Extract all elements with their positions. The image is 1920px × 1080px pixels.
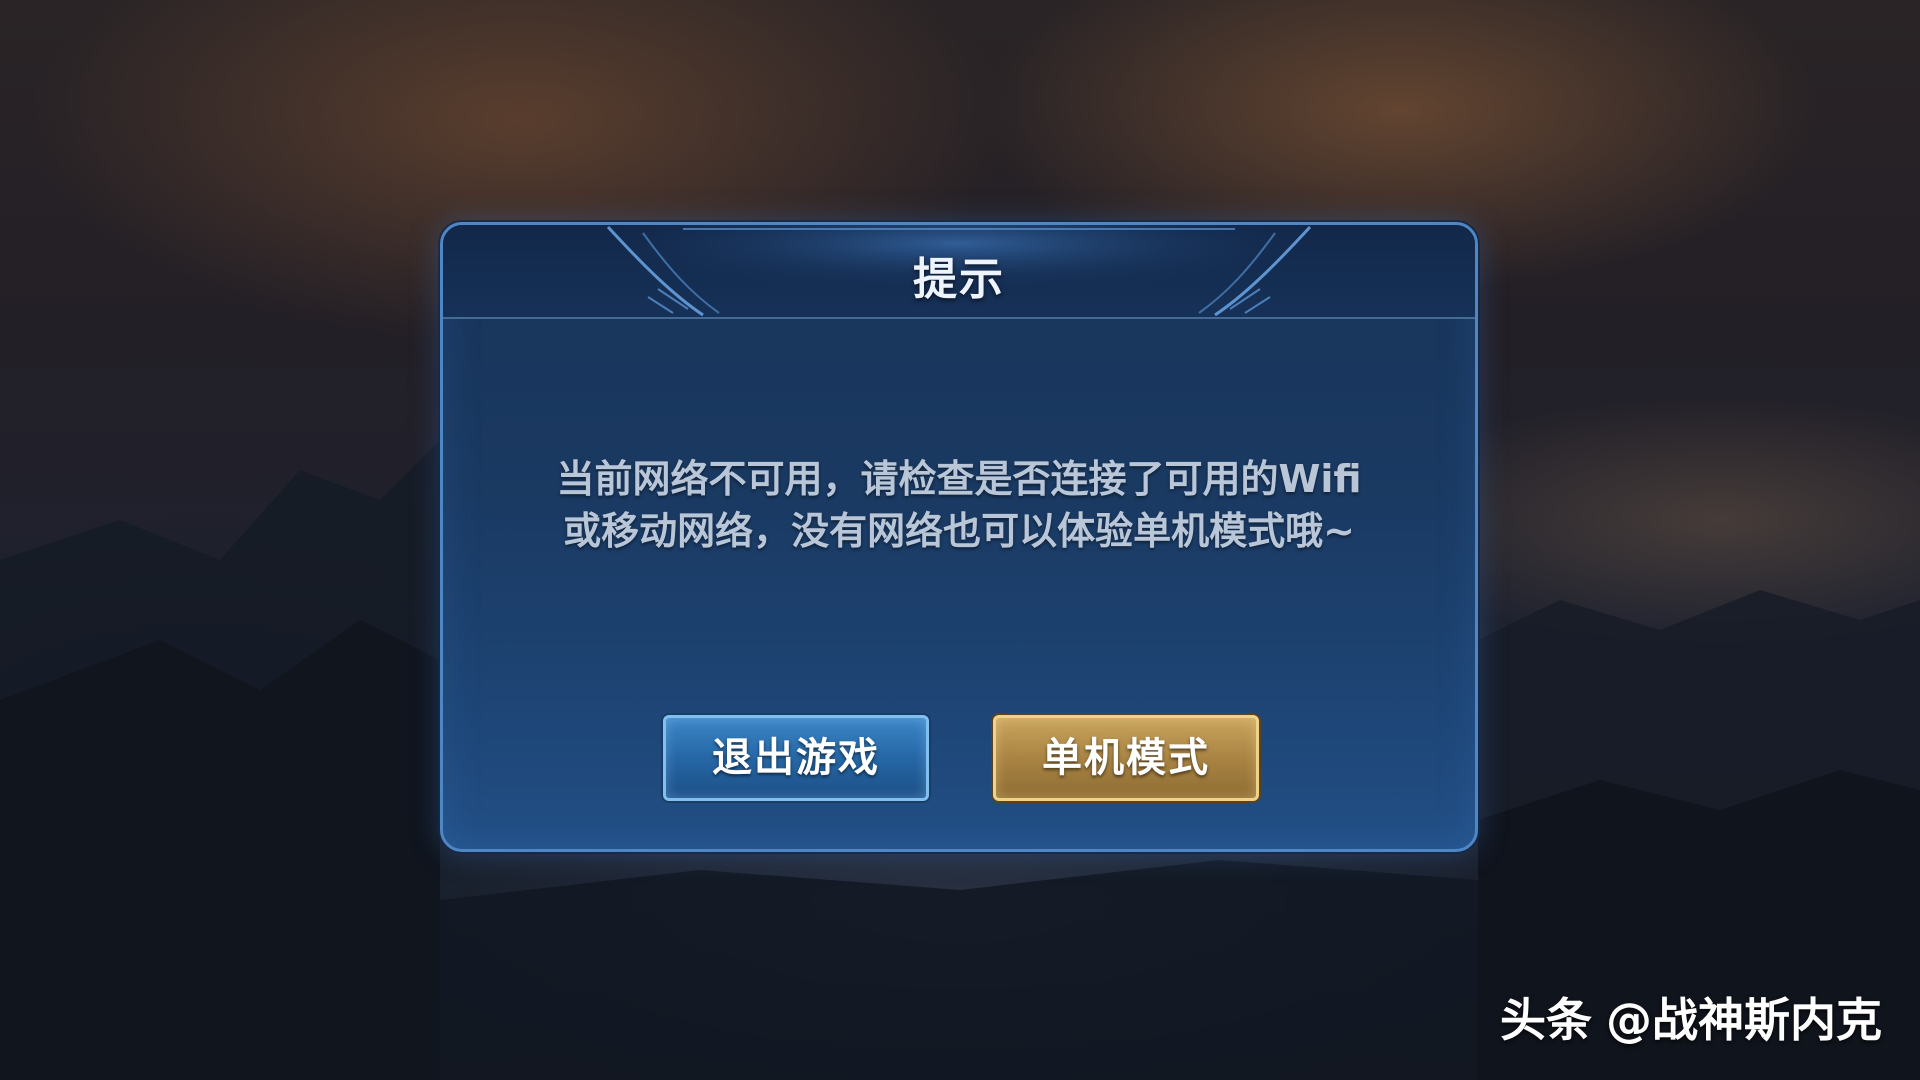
watermark-brand: 头条 (1500, 993, 1592, 1047)
dialog-header: 提示 (443, 225, 1475, 319)
dialog-title: 提示 (913, 254, 1005, 305)
watermark-handle: @战神斯内克 (1606, 993, 1882, 1047)
network-unavailable-message: 当前网络不可用，请检查是否连接了可用的Wifi 或移动网络，没有网络也可以体验单… (503, 453, 1415, 557)
network-alert-dialog: 提示 当前网络不可用，请检查是否连接了可用的Wifi 或移动网络，没有网络也可以… (440, 222, 1478, 852)
watermark: 头条 @战神斯内克 (1500, 984, 1882, 1050)
message-line-2: 或移动网络，没有网络也可以体验单机模式哦~ (563, 509, 1355, 553)
game-screen: 提示 当前网络不可用，请检查是否连接了可用的Wifi 或移动网络，没有网络也可以… (0, 0, 1920, 1080)
offline-mode-button[interactable]: 单机模式 (993, 715, 1259, 801)
exit-game-button[interactable]: 退出游戏 (663, 715, 929, 801)
message-line-1: 当前网络不可用，请检查是否连接了可用的Wifi (556, 457, 1362, 501)
